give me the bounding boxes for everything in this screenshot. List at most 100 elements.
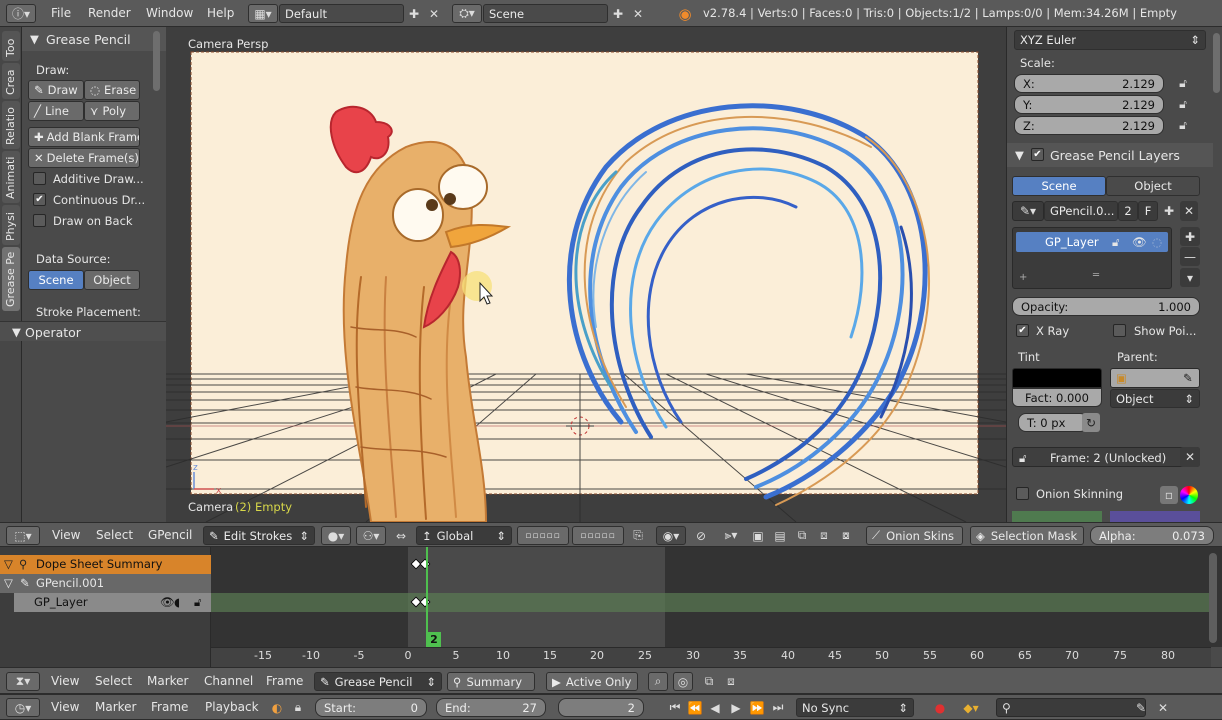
layers-object-tab[interactable]: Object [1106,176,1200,196]
layers-grid-b-icon[interactable]: ▫▫▫▫▫ [572,526,624,545]
add-gpencil-icon[interactable]: ✚ [1160,201,1178,221]
prev-keyframe-icon[interactable]: ⏪ [686,698,704,717]
sync-dropdown[interactable]: No Sync ⇕ [796,698,914,717]
layer-lock-icon[interactable]: 🔓︎ [1112,235,1119,250]
menu-file[interactable]: File [51,6,71,20]
data-source-object-button[interactable]: Object [84,270,140,290]
draw-on-back-checkbox[interactable] [33,214,46,227]
tab-grease-pencil[interactable]: Grease Pe [2,247,20,311]
lock-scale-x-icon[interactable]: 🔓︎ [1173,74,1193,93]
keying-set-field-icon[interactable]: ⚲ [996,698,1146,717]
list-filter-icon[interactable]: + [1019,272,1027,283]
tab-physics[interactable]: Physi [2,205,20,245]
paste-flipped-icon[interactable]: ⧇ [836,526,856,545]
gp-layer-visibility-icon[interactable]: 👁︎ [160,595,175,609]
tab-relations[interactable]: Relatio [2,101,20,149]
orientation-dropdown[interactable]: ↥ Global ⇕ [416,526,512,545]
summary-keyframe-2[interactable] [419,558,431,570]
alpha-field[interactable]: Alpha: 0.073 [1090,526,1214,545]
copy-keyframes-icon[interactable]: ⧉ [699,672,719,691]
dopesheet-menu-view[interactable]: View [51,674,79,688]
dopesheet-editor-type-icon[interactable]: ⧗▾ [6,672,40,691]
shading-dropdown-icon[interactable]: ●▾ [321,526,351,545]
lock-scale-y-icon[interactable]: 🔓︎ [1173,95,1193,114]
rotation-mode-dropdown[interactable]: XYZ Euler ⇕ [1014,30,1206,50]
unlink-gpencil-icon[interactable]: ✕ [1180,201,1198,221]
remove-layout-icon[interactable]: ✕ [425,4,443,23]
current-frame-field[interactable]: 2 [558,698,644,717]
fake-user-toggle[interactable]: F [1138,201,1158,221]
delete-frames-button[interactable]: ✕ Delete Frame(s) [28,148,140,168]
jump-end-icon[interactable]: ⏭ [769,698,787,717]
line-button[interactable]: ╱ Line [28,101,84,121]
snap-element-icon[interactable]: ⫸▾ [716,526,746,545]
delete-active-frame-icon[interactable]: ✕ [1180,447,1200,467]
properties-scrollbar[interactable] [1213,33,1220,93]
timeline-menu-view[interactable]: View [51,700,79,714]
dopesheet-menu-select[interactable]: Select [95,674,132,688]
layer-visibility-icon[interactable]: 👁︎ [1132,235,1147,249]
show-points-checkbox[interactable] [1113,324,1126,337]
data-source-scene-button[interactable]: Scene [28,270,84,290]
eyedropper-icon[interactable]: ✎ [1183,371,1193,385]
operator-panel-header[interactable]: ▼ Operator [0,321,166,341]
viewport-menu-gpencil[interactable]: GPencil [148,528,192,542]
layers-grid-a-icon[interactable]: ▫▫▫▫▫ [517,526,569,545]
add-blank-frame-button[interactable]: ✚ Add Blank Frame [28,127,140,147]
paste-pose-icon[interactable]: ⧈ [814,526,834,545]
record-icon[interactable]: ● [930,698,950,717]
insert-keyframe-icon[interactable]: ✎ [1132,698,1150,717]
timeline-menu-marker[interactable]: Marker [95,700,136,714]
onion-before-color[interactable] [1012,511,1102,522]
pivot-dropdown-icon[interactable]: ⚇▾ [356,526,386,545]
gp-layer-onion-icon[interactable]: ◖ [174,595,180,609]
remove-layer-icon[interactable]: — [1180,247,1200,266]
dopesheet-menu-channel[interactable]: Channel [204,674,253,688]
delete-keyframe-icon[interactable]: ✕ [1154,698,1172,717]
timeline-menu-playback[interactable]: Playback [205,700,259,714]
shelf-scrollbar[interactable] [153,31,160,91]
scale-z-field[interactable]: Z: 2.129 [1014,116,1164,135]
snap-icon[interactable]: ⊘ [690,526,712,545]
frame-status-row[interactable]: 🔓︎ Frame: 2 (Unlocked) [1012,447,1200,467]
additive-drawing-checkbox[interactable] [33,172,46,185]
onion-settings-icon[interactable]: ▫ [1160,486,1178,504]
tint-factor-field[interactable]: Fact: 0.000 [1012,388,1102,407]
layers-panel-header[interactable]: ▼ ✔ Grease Pencil Layers [1007,143,1213,167]
manipulator-icon[interactable]: ⇔ [390,526,412,545]
gpencil-users-count[interactable]: 2 [1118,201,1138,221]
draw-button[interactable]: ✎ Draw [28,80,84,100]
add-layer-icon[interactable]: ✚ [1180,227,1200,246]
scale-y-field[interactable]: Y: 2.129 [1014,95,1164,114]
end-frame-field[interactable]: End: 27 [436,698,546,717]
tint-color-swatch[interactable] [1012,368,1102,388]
list-resize-grip[interactable]: ═ [1093,270,1099,281]
channel-gpencil[interactable]: ▽ ✎ GPencil.001 [0,574,211,593]
start-frame-field[interactable]: Start: 0 [315,698,427,717]
timeline-menu-frame[interactable]: Frame [151,700,188,714]
tab-tools[interactable]: Too [2,31,20,61]
gpencil-datablock-icon[interactable]: ✎▾ [1012,201,1044,221]
thickness-field[interactable]: T: 0 px [1018,413,1088,432]
layer-specials-icon[interactable]: ▾ [1180,268,1200,287]
layers-enable-checkbox[interactable]: ✔ [1031,148,1044,161]
channel-gp-layer[interactable]: GP_Layer 👁︎ ◖ 🔓︎ [14,593,211,612]
viewport-editor-type-icon[interactable]: ⬚▾ [6,526,40,545]
summary-toggle[interactable]: ⚲ Summary [447,672,535,691]
paste-keyframes-icon[interactable]: ⧈ [721,672,741,691]
tab-create[interactable]: Crea [2,63,20,99]
layers-scene-tab[interactable]: Scene [1012,176,1106,196]
dopesheet-menu-frame[interactable]: Frame [266,674,303,688]
copy-pose-icon[interactable]: ⧉ [792,526,812,545]
preview-range-icon[interactable]: ◐ [268,698,286,717]
dopesheet-menu-marker[interactable]: Marker [147,674,188,688]
poly-button[interactable]: ⋎ Poly [84,101,140,121]
lock-scale-z-icon[interactable]: 🔓︎ [1173,116,1193,135]
viewport-menu-select[interactable]: Select [96,528,133,542]
grease-pencil-panel-header[interactable]: ▼ Grease Pencil [22,27,166,51]
layout-name-field[interactable]: Default [279,4,404,23]
remove-scene-icon[interactable]: ✕ [629,4,647,23]
play-reverse-icon[interactable]: ◀ [706,698,724,717]
gp-layer-lock-icon[interactable]: 🔓︎ [194,595,201,610]
menu-help[interactable]: Help [207,6,234,20]
